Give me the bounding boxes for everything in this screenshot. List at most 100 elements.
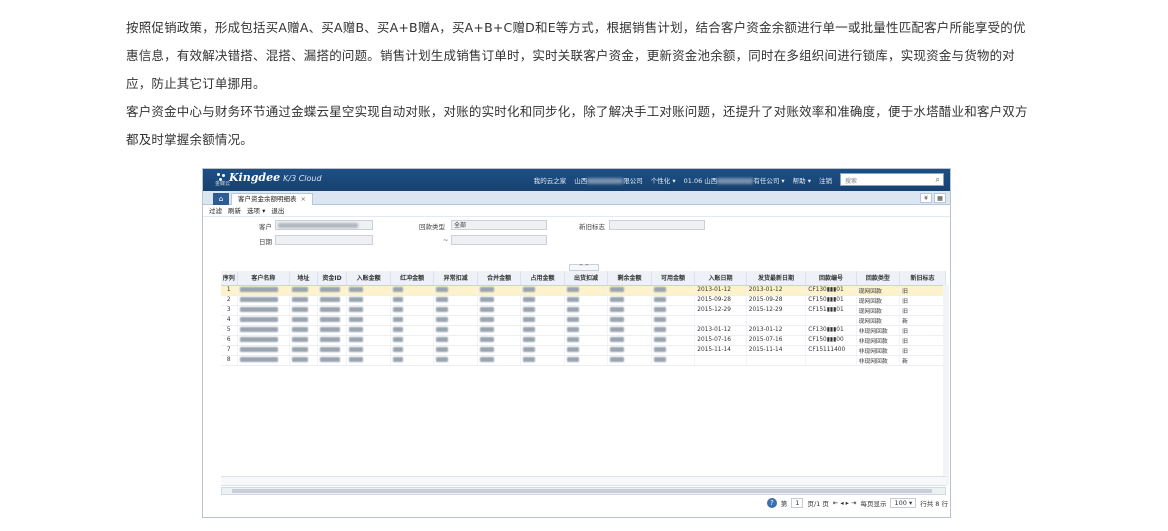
table-row[interactable]: 3 2015-12-29 2015-12-29 CF151▮▮▮01 现网回款旧 [221,305,946,316]
per-page-select[interactable]: 100 ▾ [890,498,917,508]
nav-company[interactable]: 山西 限公司 [574,175,643,185]
vertical-scrollbar[interactable] [943,285,949,485]
col-merged-amount[interactable]: 合并金额 [477,271,522,286]
redacted-cell [520,305,565,316]
table-row[interactable]: 8 非现网回款新 [221,355,946,366]
nav-help[interactable]: 帮助 ▾ [793,175,811,185]
options-button[interactable]: 选项 ▾ [247,205,265,216]
filter-button[interactable]: 过滤 [209,205,222,216]
payment-code-cell [805,315,857,326]
col-reversal-amount[interactable]: 红冲金额 [390,271,435,286]
col-newold-flag[interactable]: 新旧标志 [899,271,946,286]
col-address[interactable]: 地址 [289,271,318,286]
chevron-down-icon[interactable]: ¥ [920,193,932,203]
redacted-cell [607,355,652,366]
redacted-cell [390,315,435,326]
payment-type-cell: 非现网回款 [856,335,901,346]
search-input[interactable]: 搜索 ⌕ [840,173,944,186]
nav-logout[interactable]: 注销 [819,175,832,185]
search-icon[interactable]: ⌕ [936,175,940,185]
home-tab[interactable]: ⌂ [213,193,229,205]
col-shipment-deduction[interactable]: 出货扣减 [564,271,609,286]
payment-type-select[interactable]: 全部 [451,220,547,230]
kingdee-logo: Kingdee K/3 Cloud [217,172,322,183]
row-index: 7 [221,345,238,356]
col-index[interactable]: 序列 [221,271,238,286]
grid-summary-row [221,476,946,486]
col-latest-ship-date[interactable]: 发货最新日期 [746,271,807,286]
redacted-cell [346,335,391,346]
newold-select[interactable] [609,220,705,230]
col-entry-date[interactable]: 入账日期 [694,271,747,286]
scroll-thumb[interactable] [232,489,932,493]
redacted-cell [317,325,348,336]
redacted-cell [651,295,696,306]
col-remaining-amount[interactable]: 剩余金额 [607,271,652,286]
customer-label: 客户 [259,223,272,231]
payment-type-cell: 非现网回款 [856,325,901,336]
fund-balance-grid: 序列 客户名称 地址 资金ID 入账金额 红冲金额 异常扣减 合并金额 占用金额… [221,271,946,366]
redacted-cell [289,285,318,296]
redacted-cell [289,325,318,336]
brand-sub: 金蝶云 [215,181,231,187]
horizontal-scrollbar[interactable] [221,487,946,495]
help-icon[interactable]: ? [766,498,777,508]
redacted-cell [651,305,696,316]
date-end-field[interactable] [451,235,547,245]
date-start-field[interactable] [275,235,373,245]
brand-name: Kingdee [229,171,281,184]
nav-personalize[interactable]: 个性化 ▾ [651,175,676,185]
redacted-cell [317,315,348,326]
payment-code-cell: CF130▮▮▮01 [805,285,857,296]
col-fund-id[interactable]: 资金ID [317,271,348,286]
redacted-cell [651,335,696,346]
redacted-cell [477,315,522,326]
page-number-input[interactable]: 1 [791,498,804,508]
nav-home[interactable]: 我的云之家 [534,175,567,185]
grid-header-row: 序列 客户名称 地址 资金ID 入账金额 红冲金额 异常扣减 合并金额 占用金额… [221,271,946,286]
row-total: 行共 8 行 [920,500,948,508]
redacted-cell [564,305,609,316]
payment-code-cell [805,355,857,366]
tab-customer-fund-detail[interactable]: 客户资金余额明细表 × [231,193,313,205]
table-row[interactable]: 7 2015-11-14 2015-11-14 CF15111400 非现网回款旧 [221,345,946,356]
col-payment-type[interactable]: 回款类型 [856,271,901,286]
redacted-cell [520,335,565,346]
redacted-cell [289,305,318,316]
redacted-cell [564,315,609,326]
redacted-cell [237,325,291,336]
close-icon[interactable]: × [301,195,306,203]
table-row[interactable]: 2 2015-09-28 2015-09-28 CF150▮▮▮01 现网回款旧 [221,295,946,306]
col-occupied-amount[interactable]: 占用金额 [520,271,565,286]
customer-field[interactable] [275,220,373,230]
table-row[interactable]: 6 2015-07-16 2015-07-16 CF150▮▮▮00 非现网回款旧 [221,335,946,346]
redacted-cell [477,325,522,336]
redacted-cell [607,325,652,336]
col-abnormal-deduction[interactable]: 异常扣减 [433,271,478,286]
redacted-cell [390,305,435,316]
col-payment-code[interactable]: 回款编号 [805,271,857,286]
redacted-cell [520,295,565,306]
grid-menu-icon[interactable]: ▦ [934,193,946,203]
redacted-cell [346,345,391,356]
redacted-cell [520,355,565,366]
refresh-button[interactable]: 刷新 [228,205,241,216]
ship-date-cell: 2013-01-12 [746,285,807,296]
collapse-filter-button[interactable]: ^ ^ [569,264,599,271]
table-row[interactable]: 5 2013-01-12 2013-01-12 CF130▮▮▮01 非现网回款旧 [221,325,946,336]
col-customer-name[interactable]: 客户名称 [237,271,291,286]
paragraph-reconciliation: 客户资金中心与财务环节通过金蝶云星空实现自动对账，对账的实时化和同步化，除了解决… [126,104,1028,147]
page-nav-buttons[interactable]: ⇤ ◂ ▸ ⇥ [833,499,857,507]
payment-type-cell: 现网回款 [856,305,901,316]
table-row[interactable]: 1 2013-01-12 2013-01-12 CF130▮▮▮01 现网回款旧 [221,285,946,296]
redacted-cell [346,295,391,306]
col-entry-amount[interactable]: 入账金额 [346,271,391,286]
col-available-amount[interactable]: 可用金额 [651,271,696,286]
newold-flag-cell: 旧 [899,345,946,356]
table-row[interactable]: 4 现网回款新 [221,315,946,326]
exit-button[interactable]: 退出 [271,205,284,216]
redacted-cell [651,325,696,336]
redacted-cell [390,335,435,346]
per-page-label: 每页显示 [860,500,887,508]
nav-org[interactable]: 01.06 山西 有任公司 ▾ [684,175,785,185]
